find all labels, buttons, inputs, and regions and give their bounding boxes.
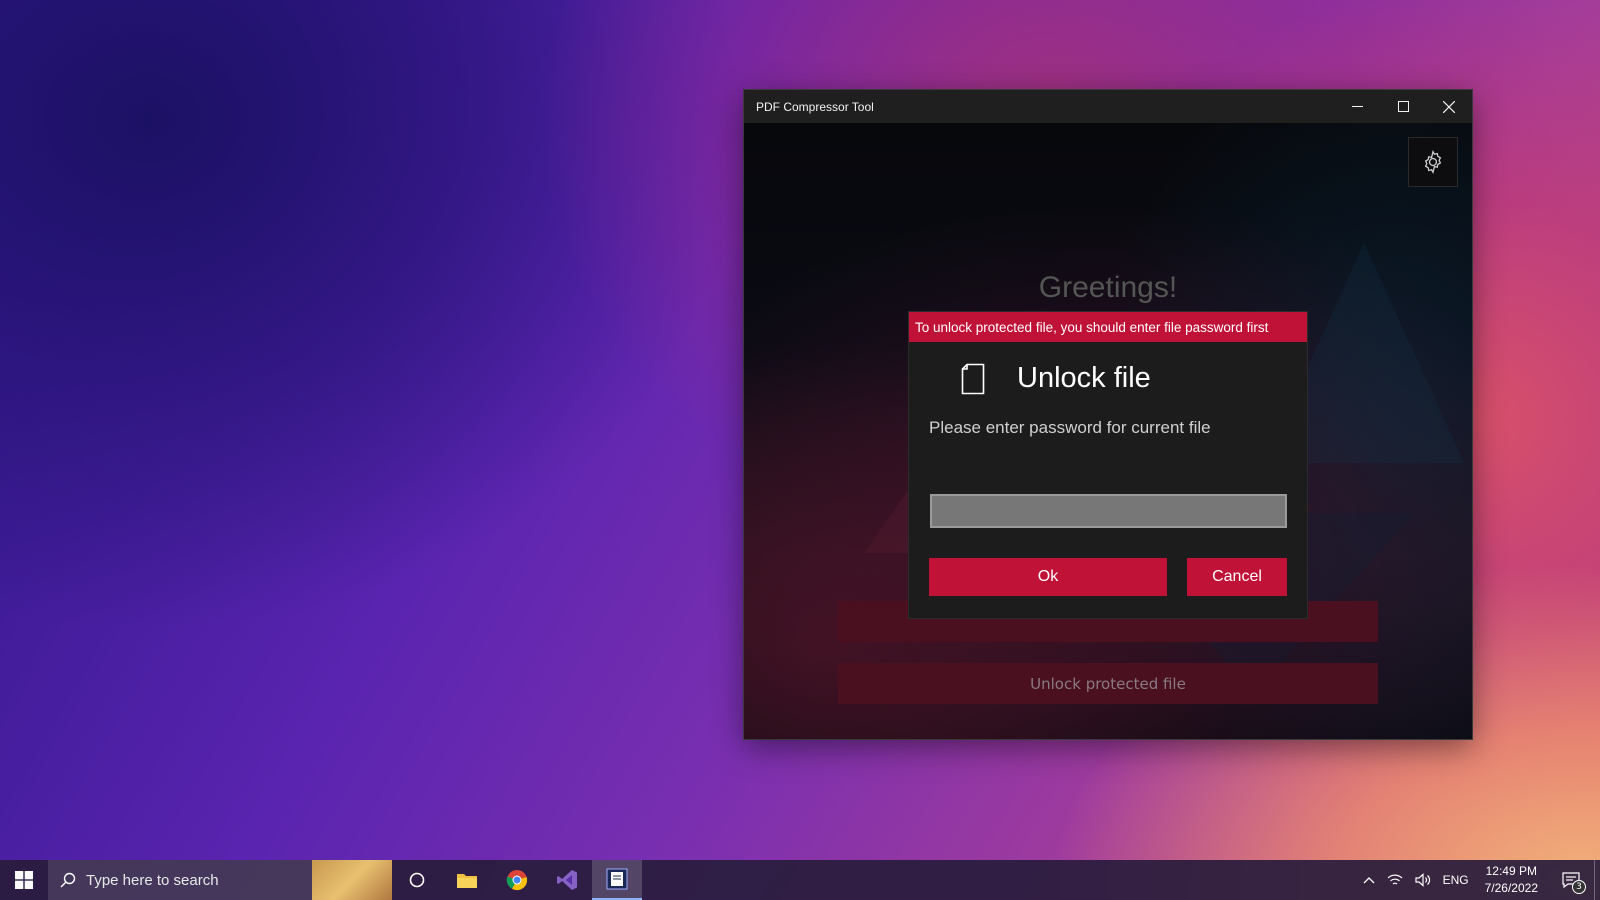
app-window: PDF Compressor Tool Greetings! Unlock pr… — [744, 90, 1472, 739]
start-button[interactable] — [0, 860, 48, 900]
dialog-title: Unlock file — [1017, 362, 1151, 394]
system-tray: ENG 12:49 PM 7/26/2022 3 — [1357, 860, 1600, 900]
cortana-icon — [409, 872, 425, 888]
maximize-button[interactable] — [1380, 90, 1426, 123]
volume-button[interactable] — [1409, 860, 1437, 900]
gear-icon — [1424, 149, 1442, 175]
minimize-button[interactable] — [1334, 90, 1380, 123]
taskbar: Type here to search ENG 12:49 PM 7/26/20… — [0, 860, 1600, 900]
windows-logo-icon — [15, 871, 33, 889]
search-highlight-image — [312, 860, 392, 900]
show-hidden-icons-button[interactable] — [1357, 860, 1381, 900]
cancel-button[interactable]: Cancel — [1187, 558, 1287, 596]
close-icon — [1443, 100, 1455, 113]
taskbar-search-box[interactable]: Type here to search — [48, 860, 392, 900]
unlock-file-dialog: To unlock protected file, you should ent… — [908, 311, 1308, 619]
action-center-button[interactable]: 3 — [1548, 860, 1594, 900]
task-view-button[interactable] — [392, 860, 442, 900]
search-icon — [60, 872, 76, 888]
unlock-protected-file-button[interactable]: Unlock protected file — [838, 663, 1378, 704]
visual-studio-button[interactable] — [542, 860, 592, 900]
window-title: PDF Compressor Tool — [756, 99, 874, 114]
ok-button[interactable]: Ok — [929, 558, 1167, 596]
taskbar-clock[interactable]: 12:49 PM 7/26/2022 — [1475, 863, 1548, 897]
chrome-icon — [506, 870, 528, 891]
chrome-button[interactable] — [492, 860, 542, 900]
chevron-up-icon — [1363, 877, 1375, 884]
password-input[interactable] — [930, 494, 1287, 528]
wifi-icon — [1387, 874, 1403, 885]
minimize-icon — [1351, 106, 1363, 107]
folder-icon — [457, 874, 477, 888]
clock-time: 12:49 PM — [1485, 864, 1537, 878]
search-placeholder: Type here to search — [86, 871, 219, 889]
close-button[interactable] — [1426, 90, 1472, 123]
pdf-compressor-taskbar-button[interactable] — [592, 860, 642, 900]
settings-button[interactable] — [1408, 137, 1458, 187]
title-bar[interactable]: PDF Compressor Tool — [744, 90, 1472, 123]
dialog-banner: To unlock protected file, you should ent… — [909, 312, 1307, 342]
clock-date: 7/26/2022 — [1484, 881, 1538, 895]
file-icon — [961, 363, 985, 394]
maximize-icon — [1397, 101, 1409, 112]
network-button[interactable] — [1381, 860, 1409, 900]
app-content: Greetings! Unlock protected file To unlo… — [744, 123, 1472, 739]
speaker-icon — [1414, 873, 1430, 887]
show-desktop-button[interactable] — [1594, 860, 1600, 900]
greeting-heading: Greetings! — [1038, 271, 1178, 304]
notification-count-badge: 3 — [1572, 880, 1586, 894]
input-language-button[interactable]: ENG — [1437, 860, 1475, 900]
pdf-compressor-app-icon — [606, 868, 628, 890]
dialog-subtitle: Please enter password for current file — [929, 418, 1211, 437]
dialog-header: Unlock file — [961, 362, 1151, 395]
file-explorer-button[interactable] — [442, 860, 492, 900]
visual-studio-icon — [557, 870, 577, 890]
